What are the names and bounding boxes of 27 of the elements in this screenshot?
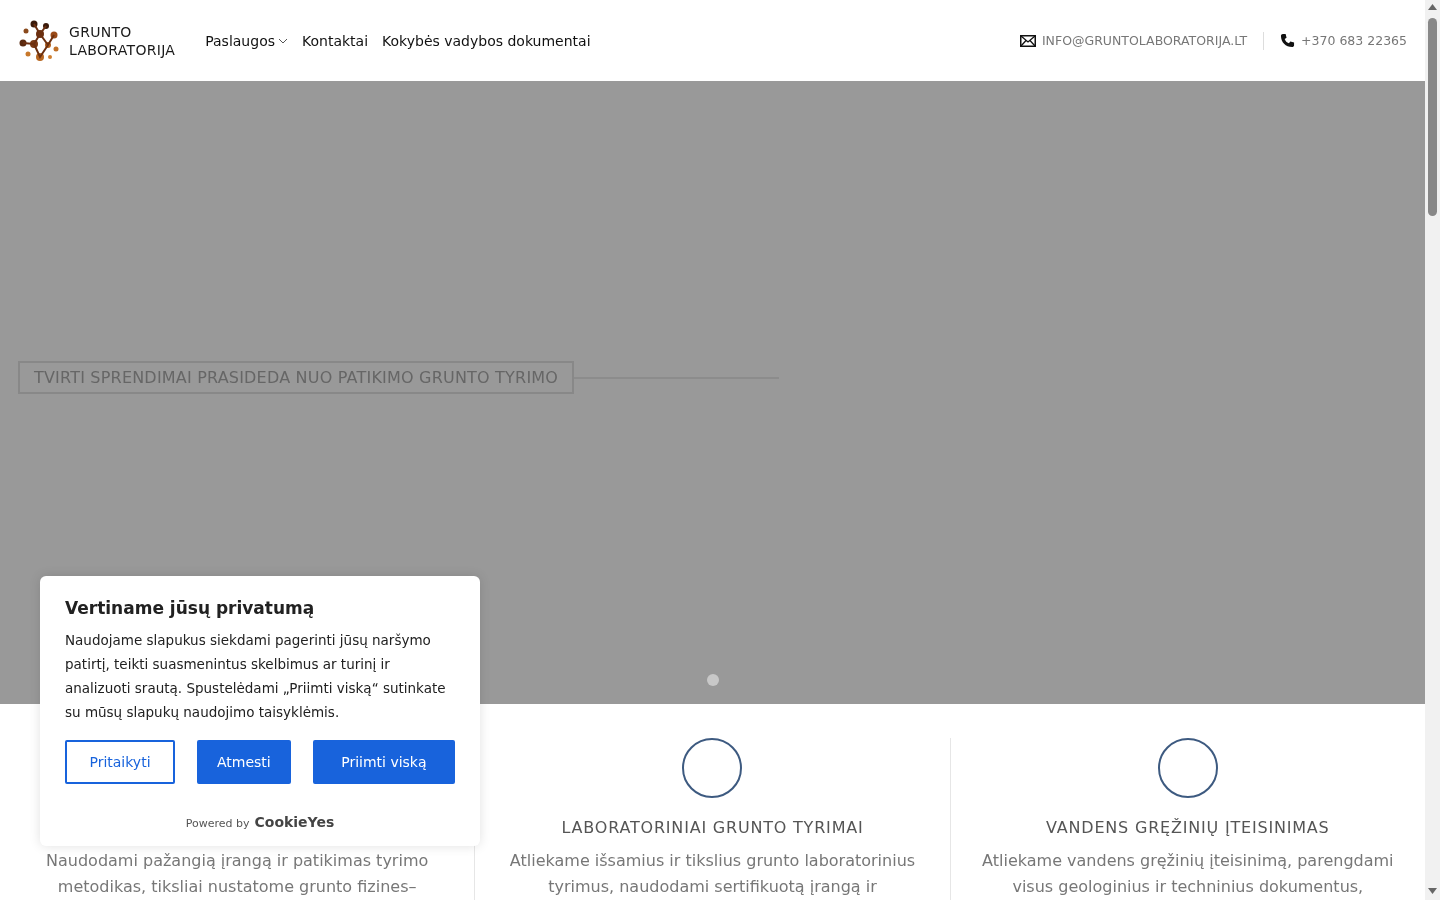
scroll-up-icon[interactable] bbox=[1428, 4, 1437, 10]
feature-text: Naudodami pažangią įrangą ir patikimas tyrimo metodikas, tiksliai nustatome grunto fizines– bbox=[45, 850, 430, 898]
cookie-text: Naudojame slapukus siekdami pagerinti jūsų naršymo patirtį, teikti suasmenintus skelbimus ar turinį ir analizuoti srautą. Spustelėdami „Priimti viską“ sutinkate su mūsų slapukų naudojimo taisyklėmis. bbox=[65, 631, 447, 722]
phone-icon bbox=[1280, 33, 1296, 49]
cookie-button[interactable]: Atmesti bbox=[197, 740, 291, 784]
cookie-title: Vertiname jūsų privatumą bbox=[65, 598, 316, 618]
nav-link[interactable]: Kontaktai bbox=[302, 32, 369, 49]
scrollbar[interactable] bbox=[1425, 0, 1440, 900]
feature-text: Atliekame vandens gręžinių įteisinimą, parengdami visus geologinius ir techninius dokumentus, bbox=[981, 850, 1395, 898]
phone-link[interactable]: +370 683 22365 bbox=[1301, 33, 1407, 49]
mail-icon bbox=[1019, 34, 1036, 47]
logo-text[interactable]: GRUNTO LABORATORIJA bbox=[69, 22, 176, 59]
cookie-button[interactable]: Priimti viską bbox=[312, 740, 455, 784]
nav-link[interactable]: Paslaugos bbox=[205, 32, 288, 49]
scroll-thumb[interactable] bbox=[1428, 18, 1437, 216]
email-link[interactable]: INFO@GRUNTOLABORATORIJA.LT bbox=[1041, 33, 1248, 49]
circle-icon bbox=[1157, 738, 1218, 798]
feature-title: LABORATORINIAI GRUNTO TYRIMAI bbox=[561, 818, 864, 838]
feature-text: Atliekame išsamius ir tikslius grunto laboratorinius tyrimus, naudodami sertifikuotą įrangą ir bbox=[508, 850, 917, 898]
scroll-down-icon[interactable] bbox=[1428, 888, 1437, 894]
cookie-button[interactable]: Pritaikyti bbox=[65, 740, 175, 784]
slide-dot[interactable] bbox=[706, 674, 719, 686]
nav-link[interactable]: Kokybės vadybos dokumentai bbox=[382, 32, 591, 49]
powered-by-text: Powered by bbox=[185, 817, 250, 830]
circle-icon bbox=[682, 738, 743, 798]
feature-title: VANDENS GRĘŽINIŲ ĮTEISINIMAS bbox=[1046, 818, 1330, 838]
brand-link[interactable]: CookieYes bbox=[254, 814, 335, 830]
